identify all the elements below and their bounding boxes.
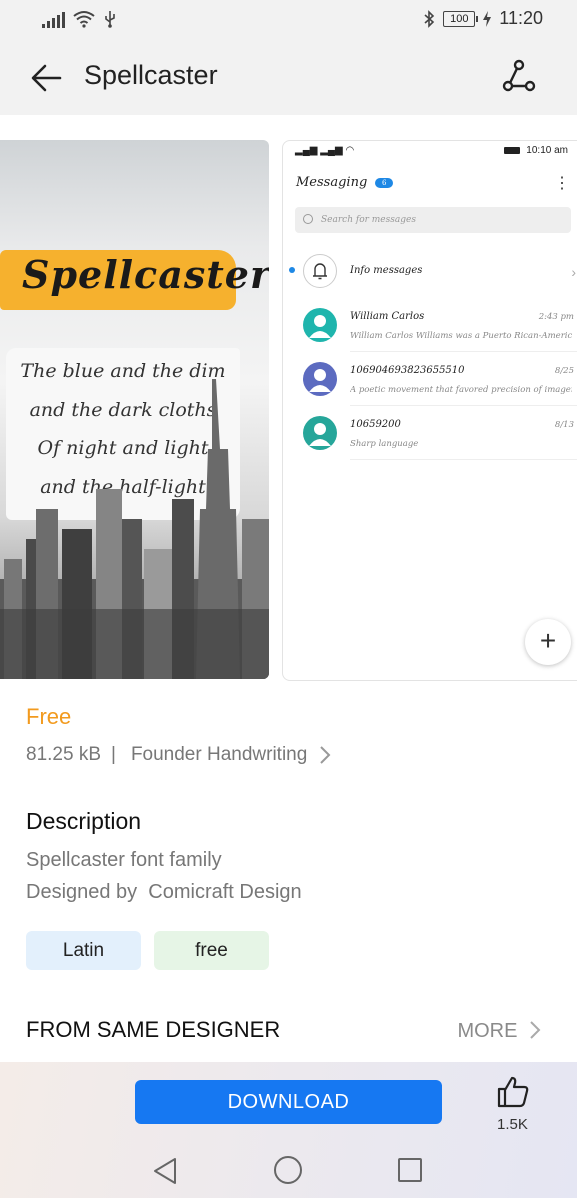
designer-text: Designed by Comicraft Design bbox=[26, 881, 302, 903]
conversation-row: 106904693823655510 8/25 A poetic movemen… bbox=[283, 352, 577, 406]
file-size: 81.25 kB bbox=[26, 744, 101, 765]
more-label: MORE bbox=[457, 1020, 518, 1042]
avatar bbox=[303, 308, 337, 342]
avatar bbox=[303, 362, 337, 396]
conversation-name: William Carlos bbox=[350, 311, 425, 322]
chevron-right-icon bbox=[530, 1021, 541, 1039]
status-bar: 100 11:20 bbox=[0, 0, 577, 40]
conversation-row: Info messages › bbox=[283, 244, 577, 298]
city-skyline-image bbox=[0, 379, 269, 679]
conversation-date: 2:43 pm bbox=[538, 312, 574, 322]
conversation-date: 8/25 bbox=[554, 366, 574, 376]
nav-home-icon[interactable] bbox=[274, 1156, 302, 1184]
share-icon[interactable] bbox=[499, 56, 539, 96]
phone-time: 10:10 am bbox=[526, 145, 568, 156]
more-vert-icon: ⋮ bbox=[554, 175, 570, 192]
page-title: Spellcaster bbox=[84, 60, 218, 90]
foundry-link[interactable]: Founder Handwriting bbox=[131, 744, 307, 766]
conversation-snippet: Sharp language bbox=[350, 439, 419, 449]
avatar bbox=[303, 416, 337, 450]
arrow-left-icon[interactable] bbox=[26, 58, 66, 98]
bell-icon bbox=[303, 254, 337, 288]
divider bbox=[350, 459, 577, 460]
status-right: 100 11:20 bbox=[423, 8, 543, 29]
chevron-right-icon: › bbox=[571, 264, 576, 280]
usb-icon bbox=[105, 11, 115, 28]
download-button[interactable]: DOWNLOAD bbox=[135, 1080, 442, 1124]
meta-separator: | bbox=[111, 744, 116, 765]
signal-icon bbox=[42, 12, 65, 28]
conversation-row: 10659200 8/13 Sharp language bbox=[283, 406, 577, 460]
same-designer-heading: FROM SAME DESIGNER bbox=[26, 1017, 281, 1042]
status-left-icons bbox=[42, 10, 117, 28]
tag-free[interactable]: free bbox=[154, 931, 269, 970]
preview-carousel[interactable]: Spellcaster The blue and the dim and the… bbox=[0, 140, 577, 681]
phone-status-icons: ▂▄▆ ▂▄▆ ◠ bbox=[295, 145, 355, 156]
phone-status: 10:10 am bbox=[504, 145, 568, 156]
conversation-date: 8/13 bbox=[554, 420, 574, 430]
price-label: Free bbox=[26, 704, 72, 729]
status-time: 11:20 bbox=[499, 8, 543, 28]
unread-badge: 6 bbox=[375, 177, 394, 188]
conversation-name: Info messages bbox=[350, 265, 423, 276]
font-meta[interactable]: 81.25 kB | Founder Handwriting bbox=[26, 744, 331, 766]
charging-icon bbox=[483, 10, 492, 27]
conversation-snippet: A poetic movement that favored precision… bbox=[350, 385, 572, 395]
description-text: Spellcaster font family bbox=[26, 849, 222, 871]
chevron-right-icon bbox=[320, 746, 331, 764]
bottom-bar: DOWNLOAD 1.5K bbox=[0, 1062, 577, 1198]
phone-app-title: Messaging 6 bbox=[296, 175, 394, 190]
conversation-name: 106904693823655510 bbox=[350, 365, 465, 376]
phone-search: Search for messages bbox=[295, 207, 571, 233]
phone-preview[interactable]: ▂▄▆ ▂▄▆ ◠ 10:10 am Messaging 6 ⋮ Search … bbox=[282, 140, 577, 681]
poster-title: Spellcaster bbox=[22, 252, 269, 297]
nav-back-icon[interactable] bbox=[150, 1156, 180, 1186]
search-icon bbox=[303, 214, 313, 224]
conversation-snippet: William Carlos Williams was a Puerto Ric… bbox=[350, 331, 572, 341]
phone-title-text: Messaging bbox=[296, 175, 368, 190]
phone-battery-icon bbox=[504, 147, 521, 154]
conversation-row: William Carlos 2:43 pm William Carlos Wi… bbox=[283, 298, 577, 352]
description-heading: Description bbox=[26, 808, 142, 834]
more-button[interactable]: MORE bbox=[457, 1020, 541, 1043]
compose-fab: + bbox=[525, 619, 571, 665]
like-count: 1.5K bbox=[497, 1116, 528, 1133]
tag-latin[interactable]: Latin bbox=[26, 931, 141, 970]
battery-icon: 100 bbox=[443, 10, 479, 27]
unread-dot bbox=[289, 267, 295, 273]
conversation-name: 10659200 bbox=[350, 419, 401, 430]
thumbs-up-icon[interactable] bbox=[495, 1074, 531, 1110]
phone-search-placeholder: Search for messages bbox=[321, 215, 416, 225]
font-preview-poster[interactable]: Spellcaster The blue and the dim and the… bbox=[0, 140, 269, 679]
bluetooth-icon bbox=[424, 9, 435, 28]
nav-recents-icon[interactable] bbox=[398, 1158, 422, 1182]
wifi-icon bbox=[73, 11, 95, 28]
app-bar: Spellcaster bbox=[0, 40, 577, 115]
